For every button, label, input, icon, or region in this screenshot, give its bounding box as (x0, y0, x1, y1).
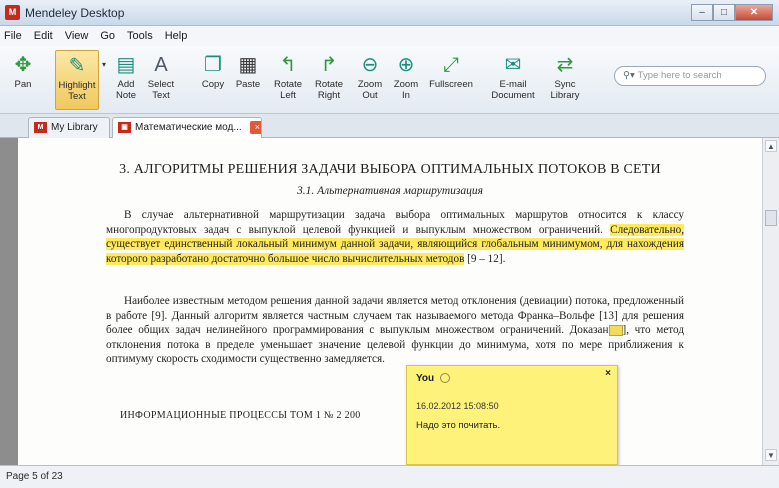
copy-icon: ❐ (204, 54, 222, 76)
note-status-icon (440, 373, 450, 383)
pan-button[interactable]: ✥ Pan (4, 50, 42, 110)
select-text-button[interactable]: A Select Text (143, 50, 179, 110)
zoom-in-icon: ⊕ (397, 54, 415, 76)
window-title: Mendeley Desktop (25, 6, 125, 20)
menu-file[interactable]: File (4, 30, 22, 42)
page-footer: ИНФОРМАЦИОННЫЕ ПРОЦЕССЫ ТОМ 1 № 2 200 (120, 410, 361, 421)
status-bar: Page 5 of 23 (0, 465, 779, 488)
tab-my-library[interactable]: M My Library (28, 117, 110, 138)
search-input[interactable]: ⚲▾ Type here to search (614, 66, 766, 86)
rotate-right-icon: ↱ (320, 54, 338, 76)
menu-go[interactable]: Go (100, 30, 115, 42)
sync-icon: ⇄ (556, 54, 574, 76)
section-heading: 3. АЛГОРИТМЫ РЕШЕНИЯ ЗАДАЧИ ВЫБОРА ОПТИМ… (119, 162, 661, 177)
sync-library-button[interactable]: ⇄ Sync Library (545, 50, 585, 110)
document-viewer: 3. АЛГОРИТМЫ РЕШЕНИЯ ЗАДАЧИ ВЫБОРА ОПТИМ… (0, 138, 779, 465)
pdf-page[interactable]: 3. АЛГОРИТМЫ РЕШЕНИЯ ЗАДАЧИ ВЫБОРА ОПТИМ… (18, 138, 762, 465)
move-arrows-icon: ✥ (14, 54, 32, 76)
search-placeholder: Type here to search (637, 70, 722, 81)
email-icon: ✉ (504, 54, 522, 76)
search-icon: ⚲▾ (623, 70, 635, 81)
tab-my-library-label: My Library (51, 122, 98, 133)
fullscreen-icon: ⤢ (443, 54, 459, 76)
zoom-in-button[interactable]: ⊕ Zoom In (390, 50, 422, 110)
scroll-down-arrow-icon[interactable]: ▼ (765, 449, 777, 461)
menu-view[interactable]: View (65, 30, 89, 42)
zoom-out-button[interactable]: ⊖ Zoom Out (354, 50, 386, 110)
highlight-text-button[interactable]: ✎ Highlight Text (55, 50, 99, 110)
minimize-button[interactable]: – (691, 4, 713, 21)
paragraph-1: В случае альтернативной маршрутизации за… (106, 208, 684, 266)
scroll-thumb[interactable] (765, 210, 777, 226)
add-note-button[interactable]: ▤ Add Note (113, 50, 139, 110)
fullscreen-button[interactable]: ⤢ Fullscreen (428, 50, 474, 110)
menu-tools[interactable]: Tools (127, 30, 153, 42)
email-document-button[interactable]: ✉ E-mail Document (489, 50, 537, 110)
note-marker-icon[interactable] (608, 325, 623, 337)
paragraph-2: Наиболее известным методом решения данно… (106, 294, 684, 367)
close-tab-button[interactable]: × (250, 120, 261, 134)
subsection-heading: 3.1. Альтернативная маршрутизация (297, 185, 483, 197)
zoom-out-icon: ⊖ (361, 54, 379, 76)
close-window-button[interactable]: ✕ (735, 4, 773, 21)
menu-edit[interactable]: Edit (34, 30, 53, 42)
tab-document-label: Математические мод... (135, 122, 242, 133)
chevron-down-icon: ▾ (101, 60, 106, 69)
note-date: 16.02.2012 15:08:50 (416, 401, 499, 411)
copy-button[interactable]: ❐ Copy (197, 50, 229, 110)
note-text[interactable]: Надо это почитать. (416, 420, 500, 431)
toolbar: ✥ Pan ✎ Highlight Text ▾ ▤ Add Note A Se… (0, 46, 779, 114)
scroll-up-arrow-icon[interactable]: ▲ (765, 140, 777, 152)
pdf-icon: ▣ (118, 122, 131, 133)
highlighter-icon: ✎ (68, 55, 86, 77)
paste-button[interactable]: ▦ Paste (232, 50, 264, 110)
paragraph-2-text-a: Наиболее известным методом решения данно… (106, 295, 684, 337)
vertical-scrollbar[interactable]: ▲ ▼ (762, 138, 779, 465)
text-select-icon: A (154, 54, 168, 76)
paste-icon: ▦ (238, 54, 258, 76)
tab-document[interactable]: ▣ Математические мод... × (112, 117, 262, 138)
paragraph-1-text: В случае альтернативной маршрутизации за… (106, 209, 684, 236)
mendeley-logo-icon: M (5, 5, 20, 20)
title-bar: M Mendeley Desktop – □ ✕ (0, 0, 779, 26)
menu-bar: File Edit View Go Tools Help (0, 26, 779, 46)
window-controls: – □ ✕ (691, 4, 773, 21)
rotate-left-button[interactable]: ↰ Rotate Left (270, 50, 306, 110)
note-icon: ▤ (116, 54, 136, 76)
paragraph-1-tail: [9 – 12]. (464, 252, 506, 265)
sticky-note[interactable]: You × 16.02.2012 15:08:50 Надо это почит… (406, 365, 618, 465)
note-author: You (416, 373, 435, 384)
rotate-right-button[interactable]: ↱ Rotate Right (311, 50, 347, 110)
maximize-button[interactable]: □ (713, 4, 735, 21)
close-note-button[interactable]: × (605, 368, 611, 379)
page-indicator: Page 5 of 23 (6, 471, 63, 482)
tab-bar: M My Library ▣ Математические мод... × (0, 114, 779, 138)
rotate-left-icon: ↰ (279, 54, 297, 76)
highlight-dropdown-button[interactable]: ▾ (99, 50, 109, 110)
menu-help[interactable]: Help (165, 30, 188, 42)
mendeley-library-icon: M (34, 122, 47, 133)
